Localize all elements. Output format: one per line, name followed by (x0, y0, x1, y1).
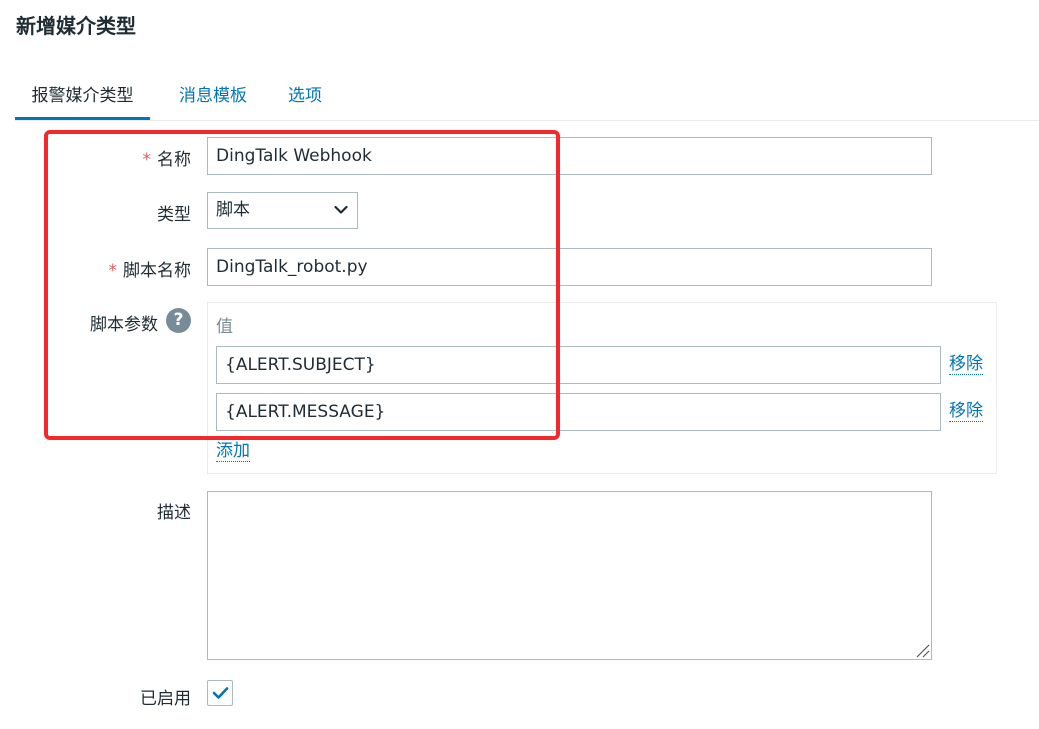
tab-bar: 报警媒介类型 消息模板 选项 (15, 80, 1039, 121)
page-title: 新增媒介类型 (16, 14, 136, 38)
type-select-value: 脚本 (216, 200, 250, 220)
script-name-label-text: 脚本名称 (123, 261, 191, 281)
param-input[interactable] (216, 393, 941, 431)
tab-options[interactable]: 选项 (288, 80, 322, 117)
script-params-label: 脚本参数 (90, 315, 158, 335)
chevron-down-icon (334, 205, 348, 214)
name-input[interactable] (207, 137, 932, 175)
type-select[interactable]: 脚本 (207, 192, 358, 229)
params-column-header: 值 (216, 317, 233, 337)
remove-param-button[interactable]: 移除 (949, 354, 983, 375)
media-type-page: 新增媒介类型 报警媒介类型 消息模板 选项 *名称 类型 脚本 *脚本名称 脚本… (0, 0, 1039, 729)
enabled-checkbox[interactable] (207, 680, 233, 706)
param-input[interactable] (216, 346, 941, 384)
tab-message-templates[interactable]: 消息模板 (179, 80, 247, 117)
checkmark-icon (212, 687, 229, 699)
type-label: 类型 (157, 205, 191, 225)
script-name-input[interactable] (207, 248, 932, 286)
remove-param-button[interactable]: 移除 (949, 401, 983, 422)
name-label-text: 名称 (157, 150, 191, 170)
name-label: * 名称 (143, 145, 192, 170)
tab-media-type[interactable]: 报警媒介类型 (15, 80, 150, 120)
required-mark: * (142, 150, 152, 170)
script-params-table (207, 302, 997, 474)
description-textarea[interactable] (207, 491, 932, 660)
question-circle-icon[interactable]: ? (166, 308, 191, 333)
enabled-label: 已启用 (140, 689, 191, 709)
description-label: 描述 (157, 503, 191, 523)
add-param-button[interactable]: 添加 (216, 441, 250, 462)
script-name-label: * 脚本名称 (109, 256, 192, 281)
required-mark: * (108, 261, 118, 281)
